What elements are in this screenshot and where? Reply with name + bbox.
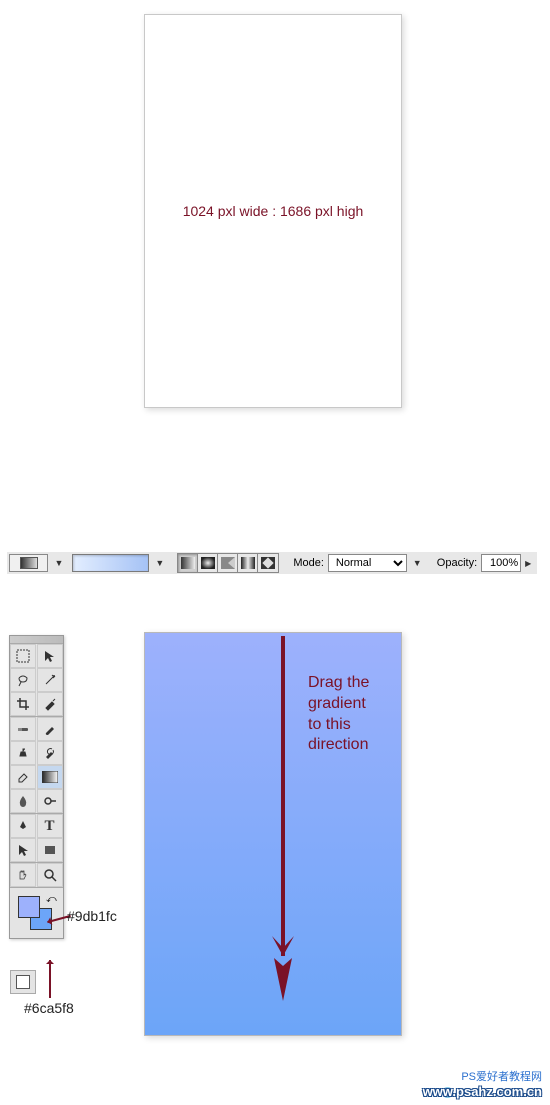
drag-direction-arrow-icon [268, 636, 298, 1006]
clone-stamp-tool[interactable] [10, 741, 36, 765]
hand-tool[interactable] [10, 863, 36, 887]
healing-brush-tool[interactable] [10, 717, 36, 741]
diamond-gradient-button[interactable] [258, 554, 278, 572]
pen-tool[interactable] [10, 814, 36, 838]
mode-dropdown-icon: ▼ [413, 558, 421, 568]
canvas-blank: 1024 pxl wide : 1686 pxl high [144, 14, 402, 408]
move-tool[interactable] [37, 644, 63, 668]
crop-tool[interactable] [10, 692, 36, 716]
mode-label: Mode: [293, 557, 324, 569]
tool-preset-dropdown-icon[interactable]: ▼ [54, 558, 62, 568]
watermark-cn-text: PS爱好者教程网 [423, 1068, 542, 1084]
reflected-gradient-button[interactable] [238, 554, 258, 572]
watermark: PS爱好者教程网 www.psahz.com.cn [423, 1068, 542, 1099]
marquee-tool[interactable] [10, 644, 36, 668]
shape-tool[interactable] [37, 838, 63, 862]
blend-mode-select[interactable]: Normal [328, 554, 407, 572]
tool-preset-icon [20, 557, 38, 569]
background-hex-label: #6ca5f8 [24, 1000, 74, 1016]
tools-panel: T ⤺ [9, 635, 64, 939]
tool-preset-picker[interactable] [9, 554, 48, 572]
linear-gradient-button[interactable] [178, 554, 198, 572]
type-tool[interactable]: T [37, 814, 63, 838]
opacity-label: Opacity: [437, 557, 477, 569]
magic-wand-tool[interactable] [37, 668, 63, 692]
gradient-tool[interactable] [37, 765, 63, 789]
zoom-tool[interactable] [37, 863, 63, 887]
quick-mask-toggle[interactable] [10, 970, 36, 994]
dodge-tool[interactable] [37, 789, 63, 813]
canvas-dimensions-text: 1024 pxl wide : 1686 pxl high [183, 203, 364, 219]
drag-instruction-text: Drag the gradient to this direction [308, 673, 369, 756]
angle-gradient-button[interactable] [218, 554, 238, 572]
foreground-color-swatch[interactable] [18, 896, 40, 918]
tools-panel-grip[interactable] [10, 636, 63, 644]
watermark-url-text: www.psahz.com.cn [423, 1084, 542, 1099]
gradient-picker-dropdown-icon[interactable]: ▼ [155, 558, 163, 568]
eraser-tool[interactable] [10, 765, 36, 789]
gradient-options-bar: ▼ ▼ Mode: Normal ▼ Opacity: ▶ [7, 552, 537, 574]
opacity-input[interactable] [481, 554, 521, 572]
annotation-arrow-bg [49, 960, 51, 998]
history-brush-tool[interactable] [37, 741, 63, 765]
opacity-flyout-icon[interactable]: ▶ [525, 559, 535, 568]
foreground-hex-label: #9db1fc [67, 908, 117, 924]
radial-gradient-button[interactable] [198, 554, 218, 572]
brush-tool[interactable] [37, 717, 63, 741]
blur-tool[interactable] [10, 789, 36, 813]
swap-colors-icon[interactable]: ⤺ [46, 894, 55, 903]
eyedropper-tool[interactable] [37, 692, 63, 716]
color-swatches: ⤺ [10, 890, 63, 938]
gradient-type-group [177, 553, 279, 573]
path-selection-tool[interactable] [10, 838, 36, 862]
lasso-tool[interactable] [10, 668, 36, 692]
gradient-preview[interactable] [72, 554, 149, 572]
